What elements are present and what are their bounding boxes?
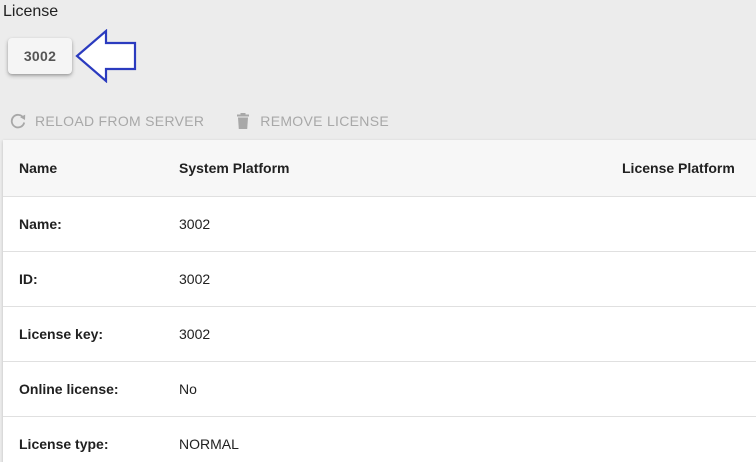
table-row: Name: 3002 (3, 196, 756, 252)
row-label: Name: (19, 215, 62, 232)
row-label: Online license: (19, 380, 119, 397)
column-header-license-platform: License Platform (622, 160, 735, 176)
row-label: ID: (19, 270, 38, 287)
refresh-icon (8, 111, 28, 131)
license-table: Name System Platform License Platform Na… (3, 140, 756, 462)
table-row: License type: NORMAL (3, 416, 756, 462)
remove-license-button[interactable]: REMOVE LICENSE (225, 106, 393, 136)
row-system-value: 3002 (179, 270, 211, 287)
section-title: License (3, 3, 59, 20)
license-page: License 3002 RELOAD FROM SERVER REMOVE L… (0, 0, 756, 462)
table-row: License key: 3002 (3, 306, 756, 362)
remove-label: REMOVE LICENSE (260, 113, 389, 129)
row-system-value: NORMAL (179, 435, 239, 452)
row-system-value: 3002 (179, 325, 211, 342)
row-label: License key: (19, 325, 104, 342)
toolbar: RELOAD FROM SERVER REMOVE LICENSE (0, 106, 393, 136)
trash-icon (233, 111, 253, 131)
reload-label: RELOAD FROM SERVER (35, 113, 205, 129)
row-system-value: 3002 (179, 215, 211, 232)
reload-from-server-button[interactable]: RELOAD FROM SERVER (0, 106, 208, 136)
column-header-name: Name (19, 160, 58, 176)
license-chip[interactable]: 3002 (8, 38, 72, 74)
annotation-arrow-icon (75, 29, 137, 83)
row-system-value: No (179, 380, 197, 397)
row-label: License type: (19, 435, 109, 452)
table-row: Online license: No (3, 361, 756, 417)
table-header-row: Name System Platform License Platform (3, 140, 756, 197)
table-row: ID: 3002 (3, 251, 756, 307)
column-header-system-platform: System Platform (179, 160, 290, 176)
